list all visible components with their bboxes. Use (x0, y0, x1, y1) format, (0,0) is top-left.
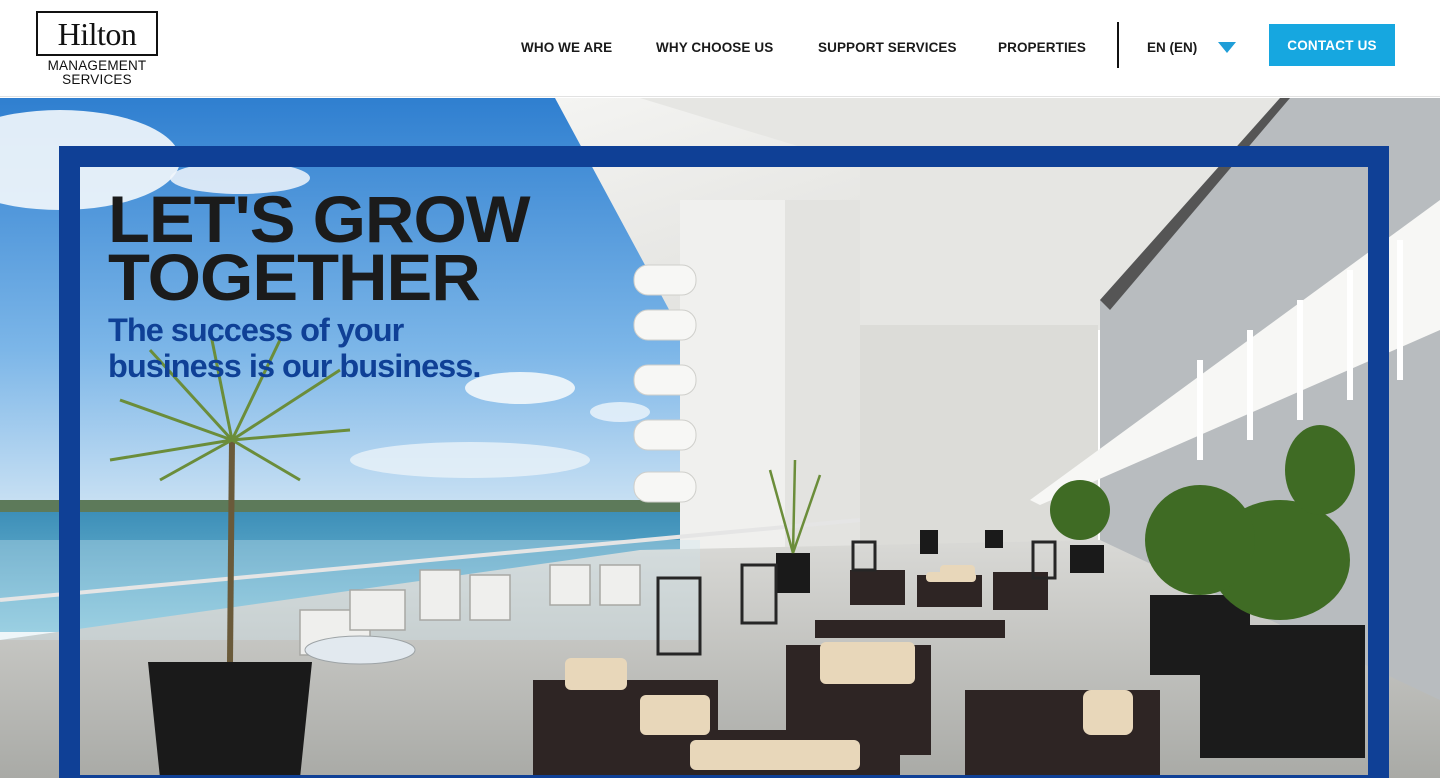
nav-who-we-are[interactable]: WHO WE ARE (521, 40, 612, 55)
tagline-line2: business is our business. (108, 348, 481, 384)
nav-why-choose-us[interactable]: WHY CHOOSE US (656, 40, 773, 55)
site-header: Hilton MANAGEMENT SERVICES WHO WE ARE WH… (0, 0, 1440, 97)
hilton-management-services-logo[interactable]: Hilton MANAGEMENT SERVICES (36, 11, 158, 87)
logo-wordmark: Hilton (57, 15, 137, 52)
logo-subtitle-line1: MANAGEMENT (47, 58, 147, 73)
logo-subtitle-line2: SERVICES (62, 72, 132, 87)
chevron-down-icon[interactable] (1218, 42, 1236, 53)
nav-divider (1117, 22, 1119, 68)
logo-box: Hilton (36, 11, 158, 56)
nav-support-services[interactable]: SUPPORT SERVICES (818, 40, 957, 55)
nav-properties[interactable]: PROPERTIES (998, 40, 1086, 55)
hero-headline: LET'S GROW TOGETHER The success of your … (108, 186, 531, 384)
logo-subtitle: MANAGEMENT SERVICES (36, 59, 158, 87)
tagline-line1: The success of your (108, 312, 404, 348)
contact-us-button[interactable]: CONTACT US (1269, 24, 1395, 66)
language-selector[interactable]: EN (EN) (1147, 40, 1197, 55)
headline-line2: TOGETHER (108, 240, 481, 314)
